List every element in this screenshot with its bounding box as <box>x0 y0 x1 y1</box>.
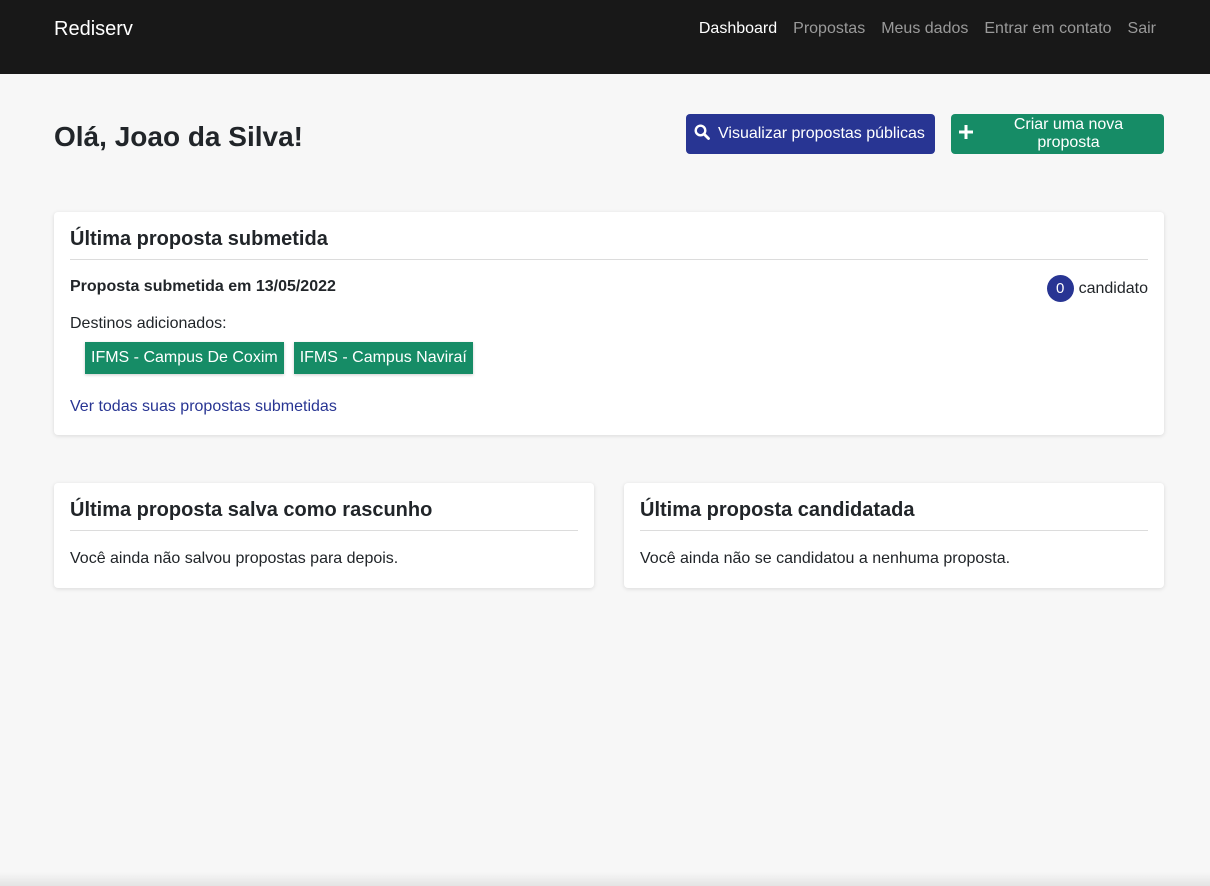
last-applied-title: Última proposta candidatada <box>640 499 1148 531</box>
last-applied-card: Última proposta candidatada Você ainda n… <box>624 483 1164 588</box>
candidate-count: 0 candidato <box>1046 275 1148 302</box>
last-draft-card: Última proposta salva como rascunho Você… <box>54 483 594 588</box>
nav-item-sair[interactable]: Sair <box>1128 20 1156 38</box>
brand-logo[interactable]: Rediserv <box>54 18 133 41</box>
nav-menu: Dashboard Propostas Meus dados Entrar em… <box>699 20 1156 38</box>
last-submitted-title: Última proposta submetida <box>70 228 1148 260</box>
destination-tag: IFMS - Campus Naviraí <box>293 342 473 374</box>
view-public-proposals-button[interactable]: Visualizar propostas públicas <box>686 114 935 154</box>
bottom-shadow <box>0 872 1210 886</box>
destination-tags: IFMS - Campus De Coxim IFMS - Campus Nav… <box>85 342 473 374</box>
nav-item-meus-dados[interactable]: Meus dados <box>881 20 968 38</box>
search-icon <box>694 123 718 145</box>
create-proposal-button[interactable]: Criar uma nova proposta <box>951 114 1164 154</box>
submitted-date-text: Proposta submetida em 13/05/2022 <box>70 278 336 295</box>
view-public-proposals-label: Visualizar propostas públicas <box>718 125 925 142</box>
nav-item-propostas[interactable]: Propostas <box>793 20 865 38</box>
nav-item-dashboard[interactable]: Dashboard <box>699 20 777 38</box>
nav-item-contato[interactable]: Entrar em contato <box>984 20 1111 38</box>
candidate-count-badge: 0 <box>1046 275 1074 302</box>
destination-tag: IFMS - Campus De Coxim <box>85 342 284 374</box>
last-submitted-card: Última proposta submetida Proposta subme… <box>54 212 1164 435</box>
view-all-submitted-link[interactable]: Ver todas suas propostas submetidas <box>70 398 337 416</box>
last-draft-title: Última proposta salva como rascunho <box>70 499 578 531</box>
destinations-label: Destinos adicionados: <box>70 315 227 332</box>
navbar: Rediserv Dashboard Propostas Meus dados … <box>0 0 1210 74</box>
plus-icon <box>959 124 981 144</box>
last-applied-empty-text: Você ainda não se candidatou a nenhuma p… <box>640 550 1011 567</box>
candidate-count-label: candidato <box>1078 279 1148 297</box>
create-proposal-label: Criar uma nova proposta <box>1013 116 1124 151</box>
page-title: Olá, Joao da Silva! <box>54 121 303 152</box>
last-draft-empty-text: Você ainda não salvou propostas para dep… <box>70 550 399 567</box>
